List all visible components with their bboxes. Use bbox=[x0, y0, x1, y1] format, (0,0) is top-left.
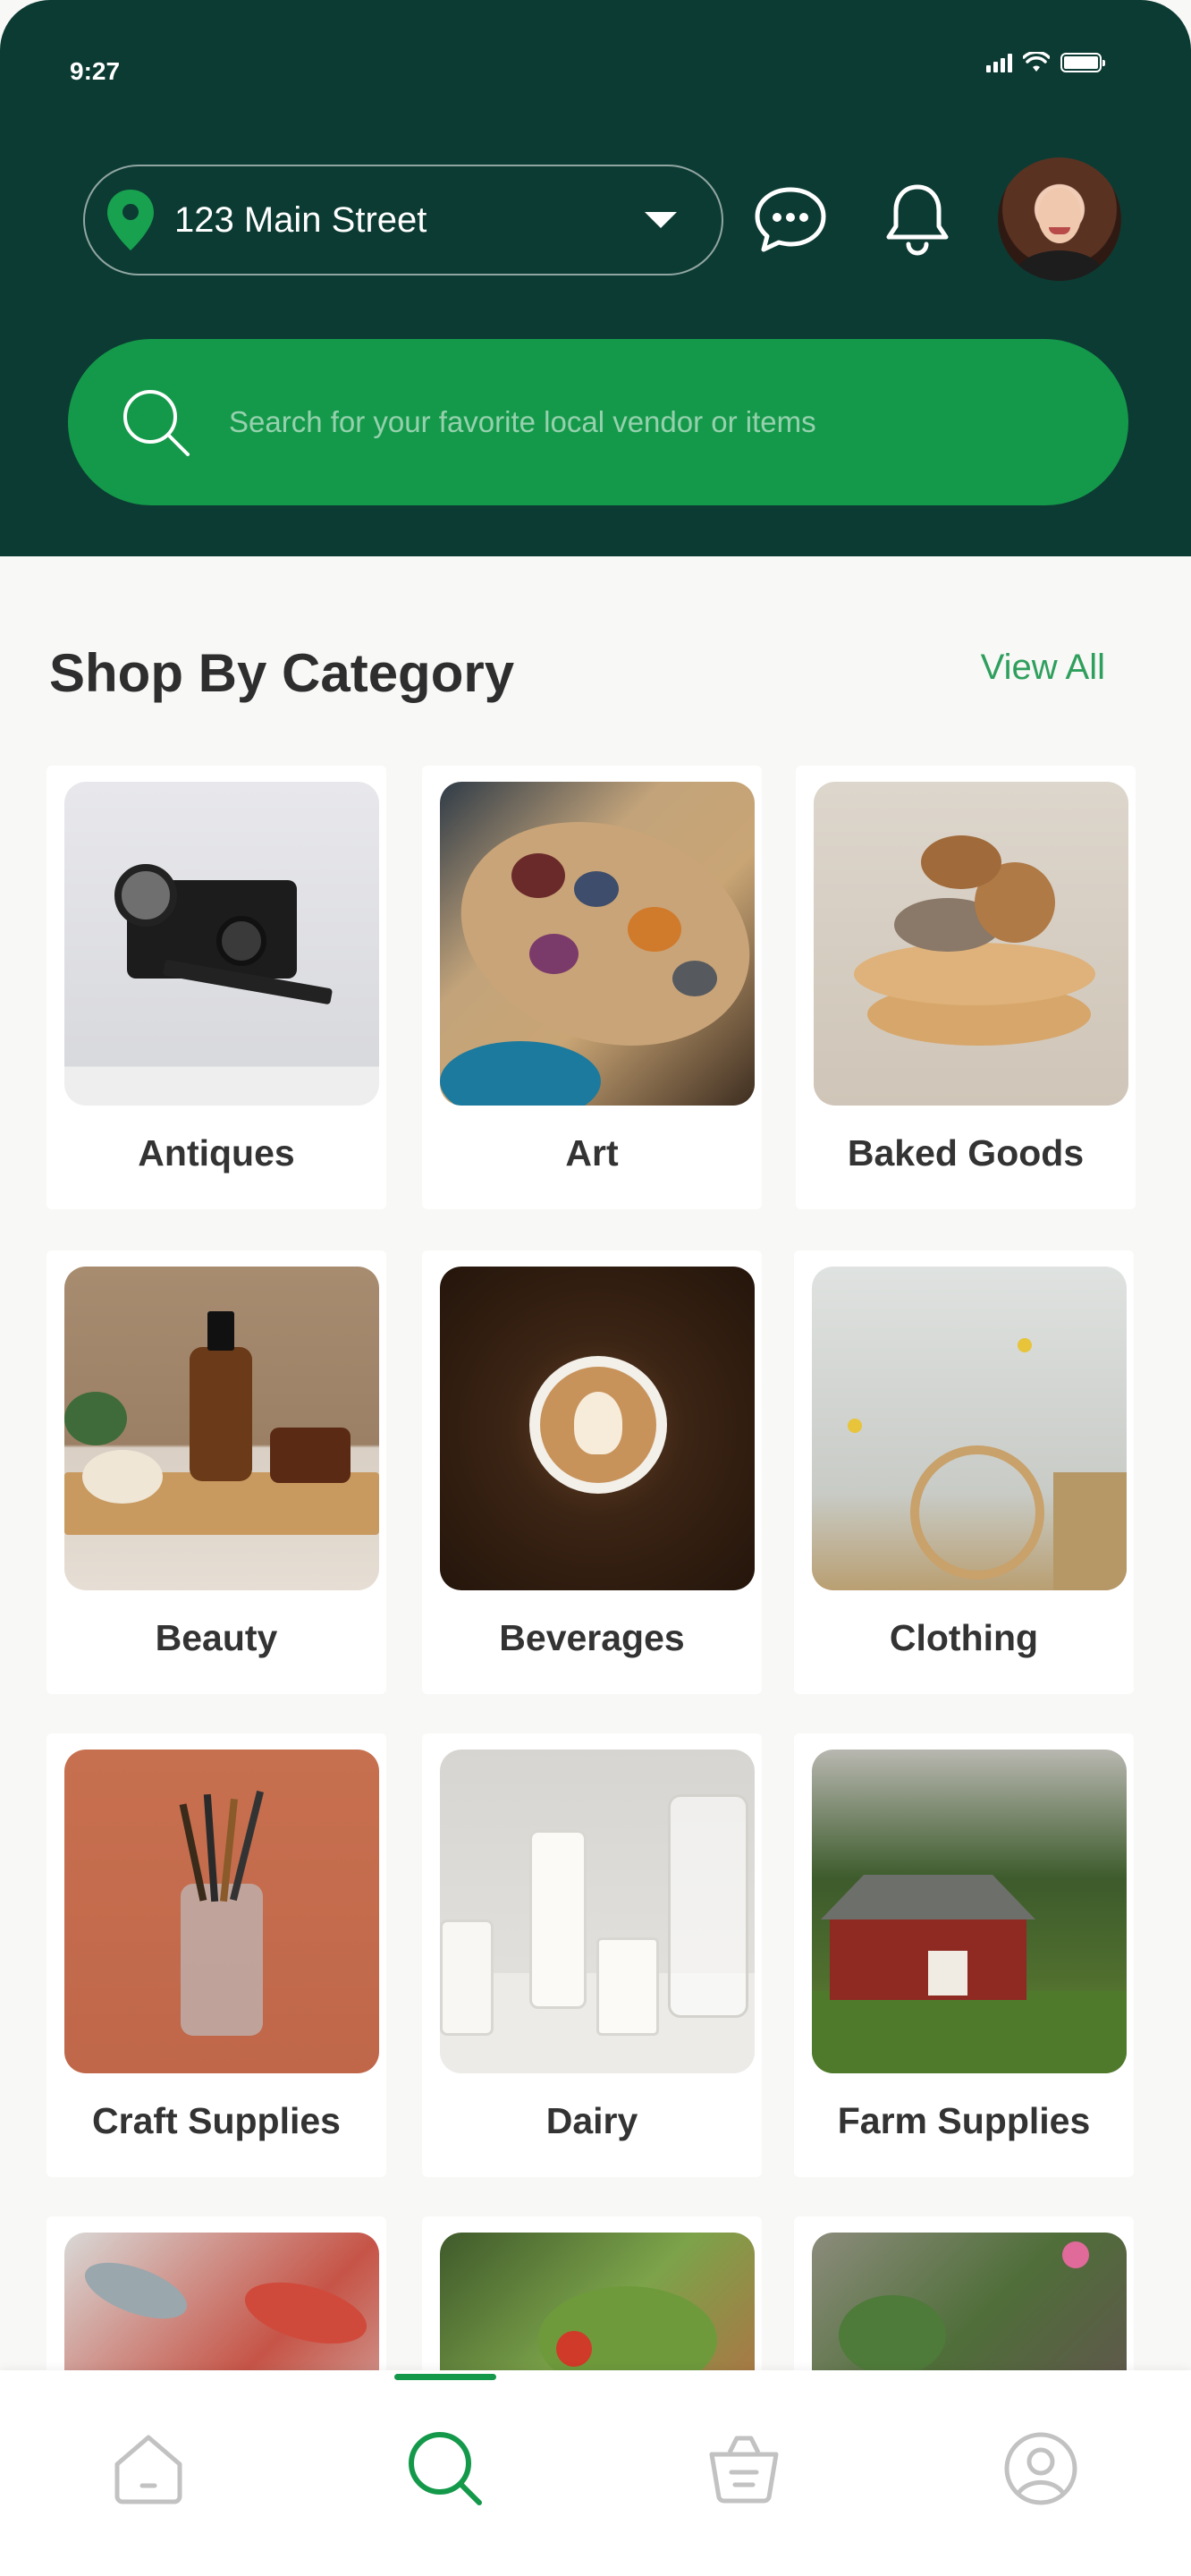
search-input[interactable] bbox=[229, 405, 1016, 439]
location-label: 123 Main Street bbox=[174, 199, 427, 240]
chat-icon bbox=[755, 187, 826, 252]
location-selector[interactable]: 123 Main Street bbox=[83, 165, 723, 275]
category-card-beauty[interactable]: Beauty bbox=[46, 1250, 386, 1694]
clothing-thumbnail bbox=[812, 1267, 1127, 1590]
category-label: Beauty bbox=[155, 1617, 278, 1658]
avatar-shoulders bbox=[1014, 250, 1105, 281]
category-card-plants[interactable] bbox=[794, 2216, 1134, 2556]
category-label: Dairy bbox=[545, 2100, 638, 2141]
active-tab-indicator bbox=[394, 2374, 496, 2380]
category-label: Art bbox=[565, 1132, 619, 1174]
view-all-link[interactable]: View All bbox=[981, 648, 1105, 688]
category-label: Baked Goods bbox=[847, 1132, 1085, 1174]
avatar-face bbox=[1038, 188, 1081, 243]
signal-icon bbox=[986, 53, 1012, 72]
category-card-beverages[interactable]: Beverages bbox=[422, 1250, 762, 1694]
notifications-button[interactable] bbox=[876, 177, 959, 259]
category-card-dairy[interactable]: Dairy bbox=[422, 1733, 762, 2177]
category-label: Craft Supplies bbox=[92, 2100, 341, 2141]
bell-icon bbox=[886, 184, 949, 256]
nav-profile[interactable] bbox=[998, 2426, 1084, 2512]
category-label: Clothing bbox=[889, 1617, 1039, 1658]
category-card-farm-supplies[interactable]: Farm Supplies bbox=[794, 1733, 1134, 2177]
chat-button[interactable] bbox=[749, 179, 832, 261]
category-card-seafood[interactable] bbox=[46, 2216, 386, 2556]
baked-goods-thumbnail bbox=[814, 782, 1128, 1106]
section-title: Shop By Category bbox=[49, 643, 515, 703]
beauty-thumbnail bbox=[64, 1267, 379, 1590]
dairy-thumbnail bbox=[440, 1750, 755, 2073]
category-card-produce[interactable] bbox=[422, 2216, 762, 2556]
profile-icon bbox=[1004, 2432, 1077, 2505]
farm-supplies-thumbnail bbox=[812, 1750, 1127, 2073]
category-card-craft-supplies[interactable]: Craft Supplies bbox=[46, 1733, 386, 2177]
status-icons bbox=[986, 52, 1105, 73]
status-time: 9:27 bbox=[70, 57, 121, 85]
home-icon bbox=[114, 2435, 182, 2504]
battery-icon bbox=[1060, 53, 1105, 72]
wifi-icon bbox=[1023, 52, 1050, 72]
nav-search[interactable] bbox=[402, 2426, 488, 2512]
category-card-art[interactable]: Art bbox=[422, 766, 762, 1209]
category-card-clothing[interactable]: Clothing bbox=[794, 1250, 1134, 1694]
antiques-thumbnail bbox=[64, 782, 379, 1106]
search-bar[interactable] bbox=[68, 339, 1128, 505]
app-header: 9:27 123 Main Street bbox=[0, 0, 1191, 556]
category-label: Beverages bbox=[499, 1617, 685, 1658]
search-icon bbox=[123, 390, 190, 456]
search-icon bbox=[409, 2432, 482, 2505]
user-avatar[interactable] bbox=[998, 157, 1121, 281]
category-card-antiques[interactable]: Antiques bbox=[46, 766, 386, 1209]
location-pin-icon bbox=[105, 188, 156, 252]
nav-home[interactable] bbox=[106, 2426, 191, 2512]
category-card-baked-goods[interactable]: Baked Goods bbox=[796, 766, 1136, 1209]
chevron-down-icon bbox=[645, 212, 677, 228]
nav-basket[interactable] bbox=[701, 2426, 787, 2512]
beverages-thumbnail bbox=[440, 1267, 755, 1590]
basket-icon bbox=[709, 2436, 779, 2504]
category-label: Antiques bbox=[138, 1132, 295, 1174]
art-thumbnail bbox=[440, 782, 755, 1106]
category-label: Farm Supplies bbox=[837, 2100, 1091, 2141]
craft-supplies-thumbnail bbox=[64, 1750, 379, 2073]
